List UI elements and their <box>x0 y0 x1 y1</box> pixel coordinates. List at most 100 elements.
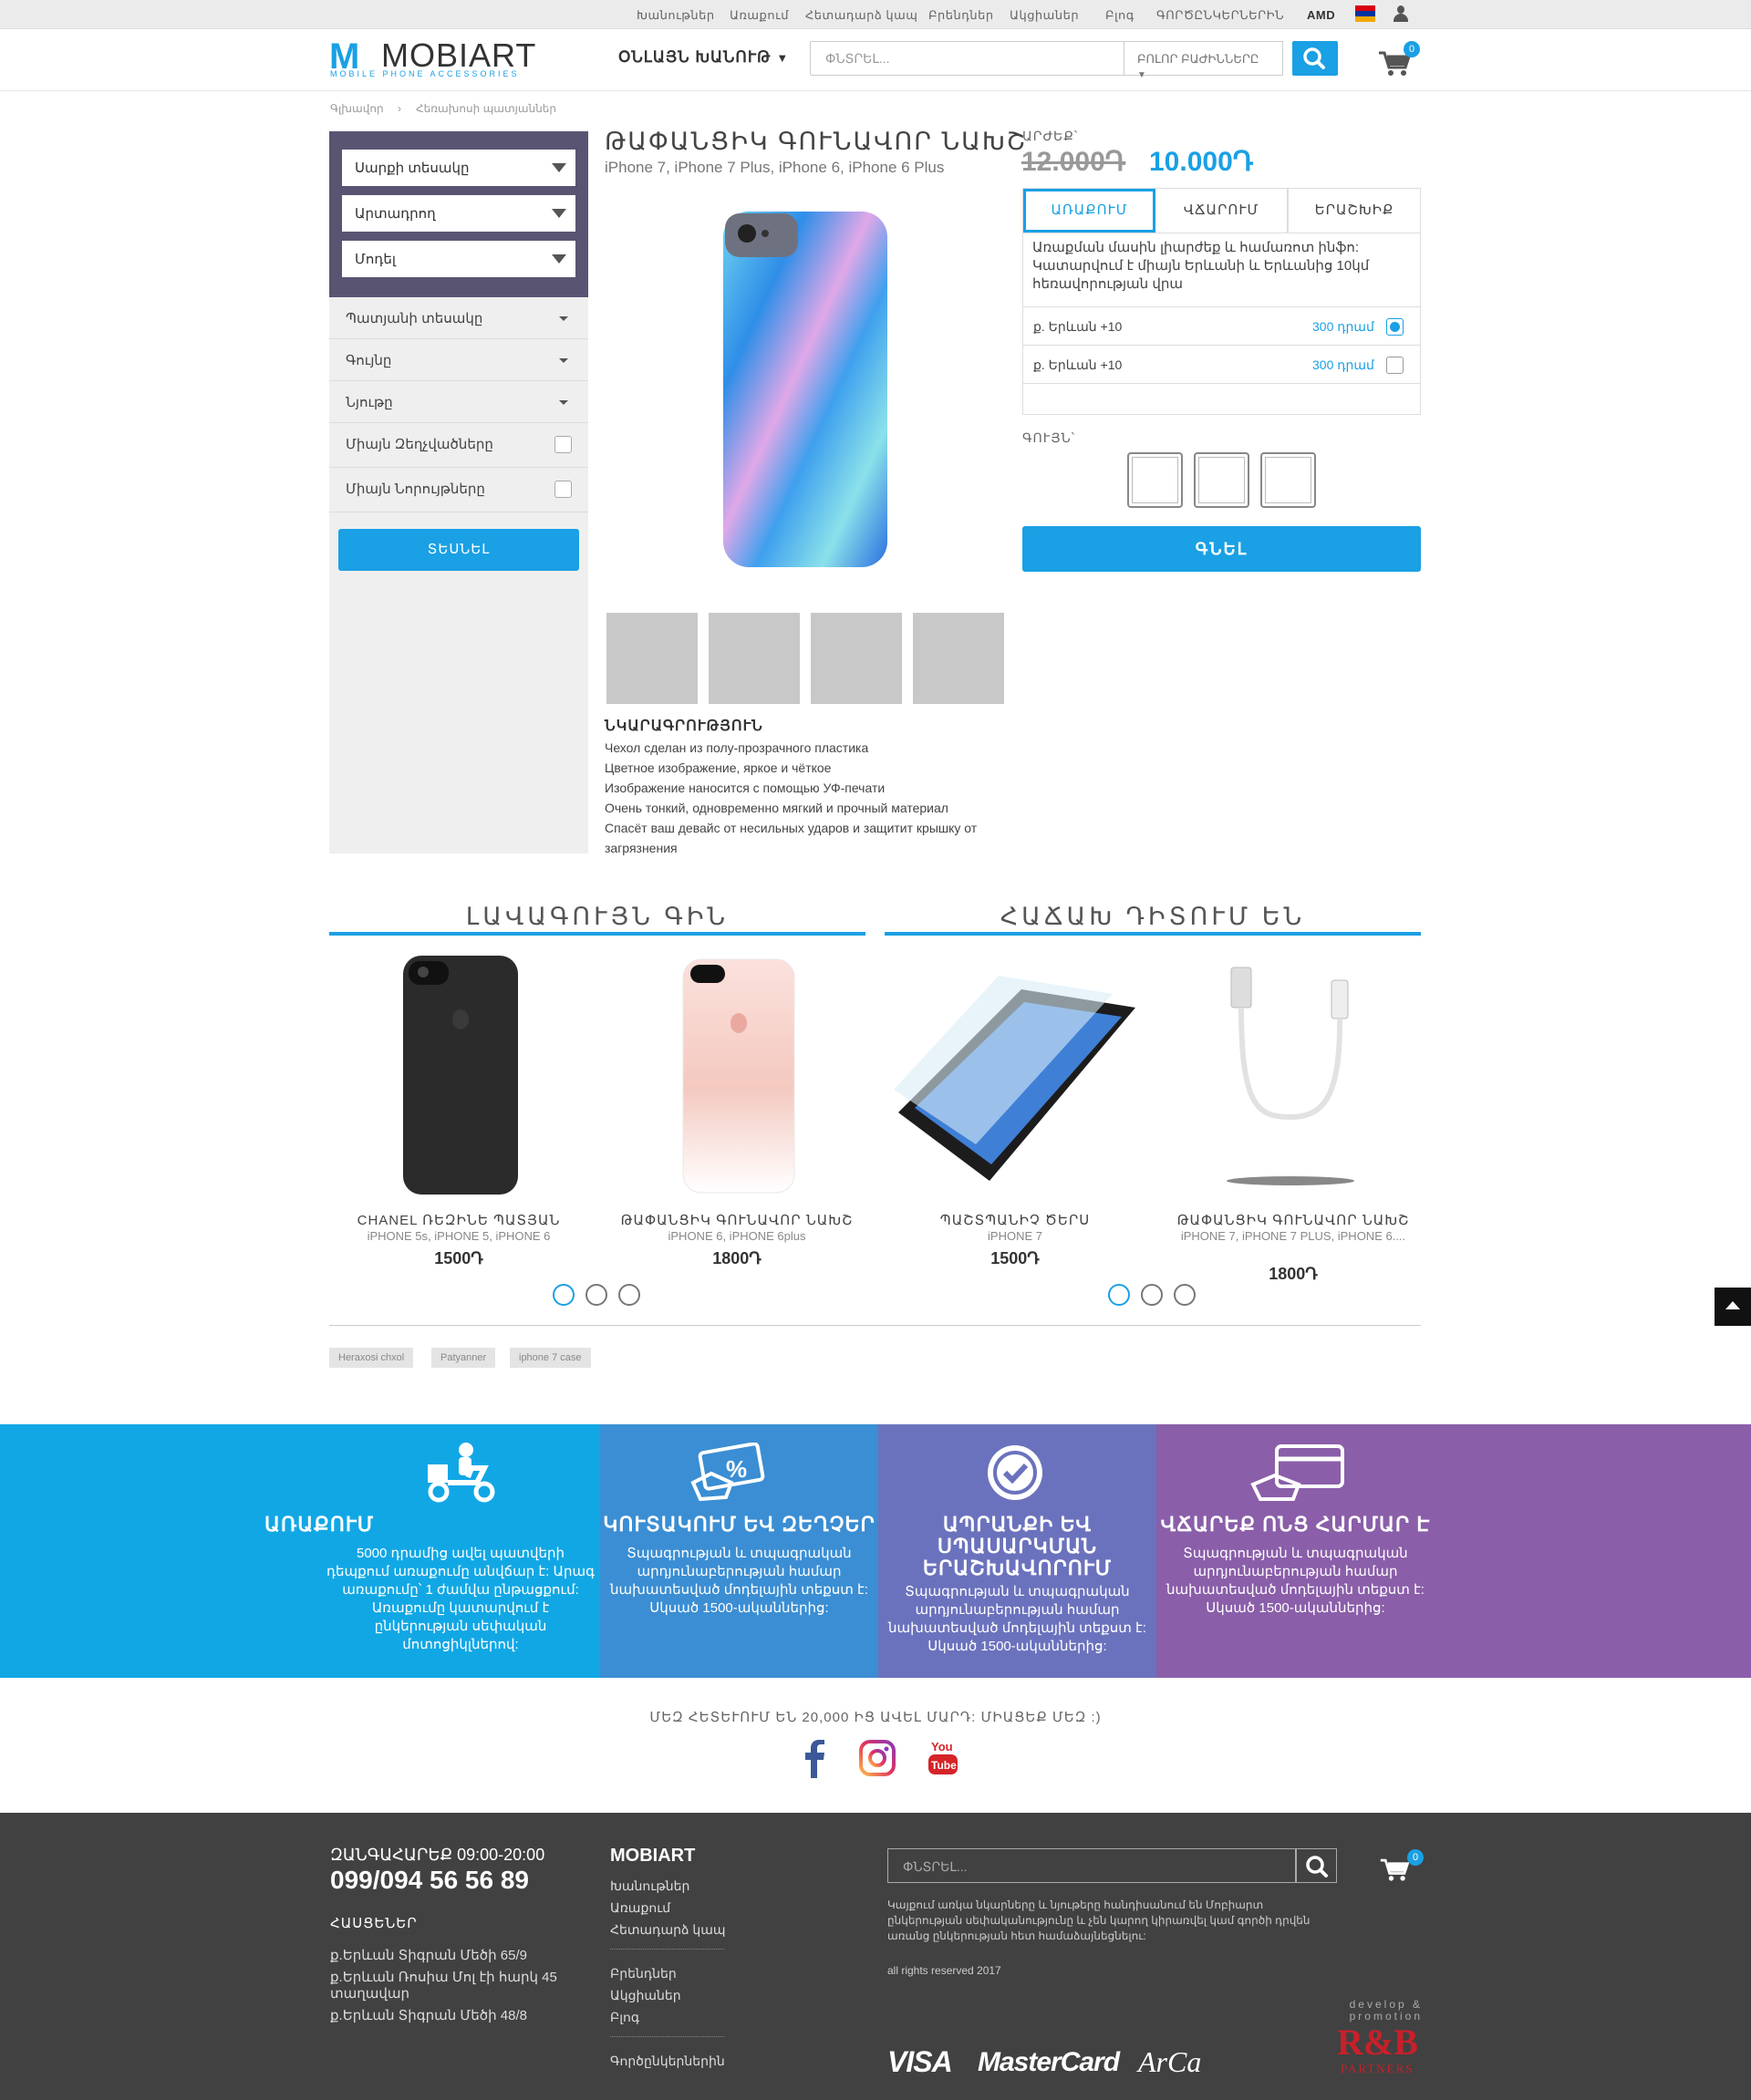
footer-address: ք.Երևան Տիգրան Մեծի 65/9 <box>330 1948 527 1963</box>
delivery-option-checkbox[interactable] <box>1386 318 1404 336</box>
model-dropdown[interactable]: Մոդել <box>342 241 575 277</box>
footer-legal: Կայքում առկա նկարները և նյութերը հանդիսա… <box>887 1898 1343 1944</box>
product-card-price: 1500Դ <box>990 1249 1040 1267</box>
badge-check-icon <box>988 1445 1042 1500</box>
cart-count-badge: 0 <box>1404 41 1420 57</box>
footer-phone[interactable]: 099/094 56 56 89 <box>330 1866 529 1895</box>
scroll-top-button[interactable] <box>1715 1288 1751 1326</box>
breadcrumb-home[interactable]: Գլխավոր <box>330 102 384 115</box>
footer-link-sales[interactable]: Ակցիաներ <box>610 1988 681 2003</box>
feature-title: ԱՌԱՔՈՒՄ <box>264 1513 375 1536</box>
facebook-icon[interactable] <box>801 1740 828 1778</box>
product-card-name[interactable]: ՊԱՇՏՊԱՆԻՉ ԾԵՐՍ <box>896 1212 1134 1228</box>
feature-title: ՎՃԱՐԵՔ ՈՆՑ ՀԱՐՄԱՐ Է <box>1160 1513 1431 1536</box>
footer-search-input[interactable]: ՓՆՏՐԵԼ... <box>887 1848 1296 1883</box>
product-card-image[interactable] <box>679 957 798 1196</box>
filter-color[interactable]: Գույնը <box>329 339 588 381</box>
buy-button[interactable]: ԳՆԵԼ <box>1022 526 1421 572</box>
user-icon[interactable] <box>1393 5 1409 23</box>
category-select[interactable]: ԲՈԼՈՐ ԲԱԺԻՆՆԵՐԸ ▼ <box>1124 41 1283 80</box>
tag[interactable]: Heraxosi chxol <box>329 1348 414 1368</box>
top-link-contact[interactable]: Հետադարձ կապ <box>805 8 917 23</box>
product-card-image[interactable] <box>392 954 529 1198</box>
footer-search-button[interactable] <box>1296 1848 1337 1883</box>
footer-legal-line: Կայքում առկա նկարները և նյութերը հանդիսա… <box>887 1898 1264 1911</box>
delivery-divider <box>1022 383 1421 384</box>
top-link-shops[interactable]: Խանութներ <box>637 8 715 23</box>
product-card-name[interactable]: ԹԱՓԱՆՑԻԿ ԳՈՒՆԱՎՈՐ ՆԱԽՇ <box>618 1212 855 1228</box>
footer-link-contact[interactable]: Հետադարձ կապ <box>610 1922 726 1938</box>
carousel-dot-active[interactable] <box>553 1284 575 1306</box>
delivery-option[interactable]: ք. Երևան +10 300 դրամ <box>1022 345 1421 383</box>
visa-logo: VISA <box>887 2045 953 2078</box>
footer-link-shops[interactable]: Խանութներ <box>610 1878 689 1894</box>
footer-link-partners[interactable]: Գործընկերներին <box>610 2053 725 2069</box>
feature-text-line: Տպագրության և տպագրական <box>1183 1546 1408 1561</box>
tab-delivery[interactable]: ԱՌԱՔՈՒՄ <box>1023 189 1155 233</box>
footer-legal-line: ընկերության սեփականությունը և չեն կարող … <box>887 1914 1311 1927</box>
description-line: Чехол сделан из полу-прозрачного пластик… <box>605 740 869 755</box>
delivery-option-checkbox[interactable] <box>1386 357 1404 374</box>
carousel-dot[interactable] <box>1141 1284 1163 1306</box>
filter-sidebar: Սարքի տեսակը Արտադրող Մոդել Պատյանի տեսա… <box>329 131 588 853</box>
feature-warranty: ԱՊՐԱՆՔԻ ԵՎ ՍՊԱՍԱՐԿՄԱՆ ԵՐԱՇԽԱՎՈՐՈՒՄ Տպագր… <box>878 1424 1156 1678</box>
device-type-label: Սարքի տեսակը <box>355 160 470 176</box>
footer-link-delivery[interactable]: Առաքում <box>610 1900 670 1916</box>
top-link-delivery[interactable]: Առաքում <box>730 8 789 23</box>
filter-material[interactable]: Նյութը <box>329 381 588 423</box>
device-type-dropdown[interactable]: Սարքի տեսակը <box>342 150 575 186</box>
search-input[interactable]: ՓՆՏՐԵԼ... <box>810 41 1124 76</box>
popular-heading: ՀԱՃԱԽ ԴԻՏՈՒՄ ԵՆ <box>1000 903 1306 930</box>
new-only-checkbox[interactable] <box>554 481 572 498</box>
product-thumbnail[interactable] <box>709 613 800 704</box>
armenian-flag-icon[interactable] <box>1355 5 1375 22</box>
show-results-button[interactable]: ՏԵՍՆԵԼ <box>338 529 579 571</box>
color-swatch[interactable] <box>1127 452 1183 508</box>
online-shop-label: ՕՆԼԱՅՆ ԽԱՆՈՒԹ <box>618 48 772 66</box>
product-thumbnail[interactable] <box>606 613 698 704</box>
carousel-dot[interactable] <box>1174 1284 1196 1306</box>
top-link-sales[interactable]: Ակցիաներ <box>1010 8 1079 23</box>
top-link-brands[interactable]: Բրենդներ <box>928 8 994 23</box>
youtube-icon[interactable]: You Tube <box>927 1738 959 1778</box>
price-label: ԱՐԺԵՔ՝ <box>1022 129 1079 143</box>
carousel-dot[interactable] <box>585 1284 607 1306</box>
product-card-image[interactable] <box>889 962 1135 1185</box>
old-price: 12.000Դ <box>1021 147 1126 177</box>
product-thumbnail[interactable] <box>811 613 902 704</box>
color-swatch[interactable] <box>1194 452 1249 508</box>
online-shop-menu[interactable]: ՕՆԼԱՅՆ ԽԱՆՈՒԹ ▼ <box>618 48 789 67</box>
product-card-name[interactable]: CHANEL ՌԵԶԻՆԵ ՊԱՏՅԱՆ <box>340 1212 577 1228</box>
footer-link-blog[interactable]: Բլոգ <box>610 2010 639 2025</box>
instagram-icon[interactable] <box>859 1740 896 1776</box>
top-link-partners[interactable]: ԳՈՐԾԸՆԿԵՐՆԵՐԻՆ <box>1156 8 1284 23</box>
tag[interactable]: Patyanner <box>431 1348 496 1368</box>
carousel-dot-active[interactable] <box>1108 1284 1130 1306</box>
product-card-name[interactable]: ԹԱՓԱՆՑԻԿ ԳՈՒՆԱՎՈՐ ՆԱԽՇ <box>1175 1212 1412 1228</box>
tab-payment[interactable]: ՎՃԱՐՈՒՄ <box>1155 189 1288 233</box>
top-link-blog[interactable]: Բլոգ <box>1105 8 1135 23</box>
delivery-option[interactable]: ք. Երևան +10 300 դրամ <box>1022 306 1421 345</box>
tab-warranty[interactable]: ԵՐԱՇԽԻՔ <box>1288 189 1420 233</box>
product-thumbnail[interactable] <box>913 613 1004 704</box>
color-swatch[interactable] <box>1260 452 1316 508</box>
footer-link-brands[interactable]: Բրենդներ <box>610 1966 677 1981</box>
discounted-checkbox[interactable] <box>554 436 572 453</box>
product-card-image[interactable] <box>1222 962 1386 1190</box>
product-models: iPhone 7, iPhone 7 Plus, iPhone 6, iPhon… <box>605 159 945 176</box>
delivery-option-label: ք. Երևան +10 <box>1033 319 1123 334</box>
tag[interactable]: iphone 7 case <box>510 1348 591 1368</box>
manufacturer-dropdown[interactable]: Արտադրող <box>342 195 575 232</box>
search-icon <box>1306 1856 1328 1878</box>
currency-selector[interactable]: AMD <box>1307 8 1335 22</box>
search-button[interactable] <box>1292 41 1338 76</box>
rb-partners-logo[interactable]: R&B <box>1337 2021 1418 2064</box>
product-image[interactable] <box>605 193 1006 595</box>
description-line: Цветное изображение, яркое и чёткое <box>605 760 832 775</box>
caret-down-icon <box>559 358 568 363</box>
delivery-text: Առաքման մասին լիարժեք և համառոտ ինֆո: Կա… <box>1032 240 1370 292</box>
delivery-option-price: 300 դրամ <box>1312 357 1374 372</box>
carousel-dot[interactable] <box>618 1284 640 1306</box>
breadcrumb-current: Հեռախոսի պատյաններ <box>416 102 557 115</box>
filter-case-type[interactable]: Պատյանի տեսակը <box>329 297 588 339</box>
